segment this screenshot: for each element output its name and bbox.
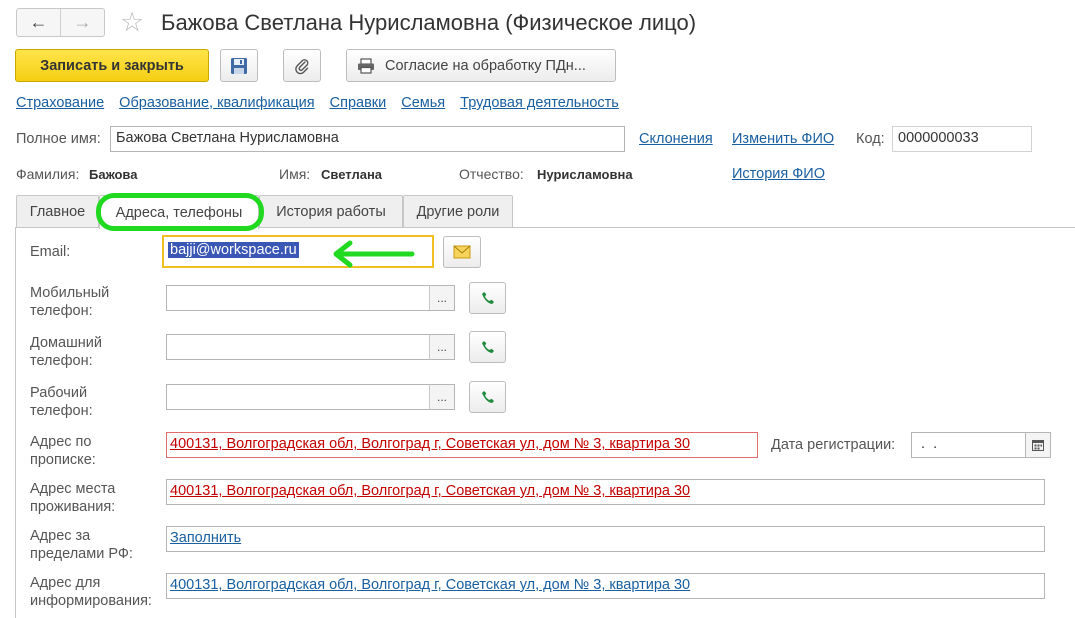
info-address-label-line2: информирования:: [30, 593, 152, 609]
fullname-input[interactable]: Бажова Светлана Нурисламовна: [110, 126, 625, 152]
work-phone-input[interactable]: [166, 384, 430, 410]
phone-icon: [481, 391, 494, 403]
floppy-disk-icon: [231, 57, 247, 74]
info-address-label-line1: Адрес для: [30, 575, 101, 591]
tab-divider: [15, 227, 99, 228]
info-address-field[interactable]: 400131, Волгоградская обл, Волгоград г, …: [166, 573, 1045, 599]
declensions-link[interactable]: Склонения: [639, 131, 713, 147]
send-email-button[interactable]: [443, 236, 481, 268]
link-family[interactable]: Семья: [401, 95, 445, 111]
email-label: Email:: [30, 244, 71, 260]
home-phone-select-button[interactable]: ...: [429, 334, 455, 360]
patronymic-label: Отчество:: [459, 166, 524, 182]
favorite-star-icon[interactable]: ☆: [120, 7, 144, 37]
calendar-icon: [1032, 440, 1044, 451]
call-work-button[interactable]: [469, 381, 506, 413]
page-title: Бажова Светлана Нурисламовна (Физическое…: [161, 10, 697, 35]
history-nav: ← →: [16, 8, 105, 37]
paperclip-icon: [295, 58, 309, 74]
printer-icon: [358, 57, 374, 74]
tab-divider-right: [259, 227, 1075, 228]
code-input[interactable]: 0000000033: [892, 126, 1032, 152]
mobile-phone-label-line2: телефон:: [30, 303, 93, 319]
save-and-close-button[interactable]: Записать и закрыть: [15, 49, 209, 82]
home-phone-label-line1: Домашний: [30, 335, 102, 351]
consent-print-button[interactable]: Согласие на обработку ПДн...: [346, 49, 616, 82]
phone-icon: [481, 292, 494, 304]
residence-address-label-line1: Адрес места: [30, 481, 116, 497]
tab-work-history[interactable]: История работы: [259, 195, 403, 228]
call-mobile-button[interactable]: [469, 282, 506, 314]
link-insurance[interactable]: Страхование: [16, 95, 104, 111]
mobile-phone-label-line1: Мобильный: [30, 285, 110, 301]
registration-date-input[interactable]: . .: [911, 432, 1026, 458]
link-education[interactable]: Образование, квалификация: [119, 95, 314, 111]
panel-border: [15, 228, 16, 618]
code-label: Код:: [856, 131, 885, 147]
mobile-phone-select-button[interactable]: ...: [429, 285, 455, 311]
section-links: Страхование Образование, квалификация Сп…: [16, 95, 619, 111]
calendar-button[interactable]: [1025, 432, 1051, 458]
name-value: Светлана: [321, 167, 383, 182]
info-address-label: Адрес для информирования:: [30, 574, 152, 610]
surname-label: Фамилия:: [16, 166, 80, 182]
fio-history-link[interactable]: История ФИО: [732, 166, 825, 182]
mobile-phone-label: Мобильный телефон:: [30, 284, 109, 320]
envelope-icon: [453, 245, 471, 259]
work-phone-label-line2: телефон:: [30, 403, 93, 419]
abroad-address-field[interactable]: Заполнить: [166, 526, 1045, 552]
link-certificates[interactable]: Справки: [330, 95, 387, 111]
consent-print-label: Согласие на обработку ПДн...: [385, 57, 586, 74]
change-fio-link[interactable]: Изменить ФИО: [732, 131, 834, 147]
attach-file-button[interactable]: [283, 49, 321, 82]
mobile-phone-input[interactable]: [166, 285, 430, 311]
home-phone-label: Домашний телефон:: [30, 334, 102, 370]
name-label: Имя:: [279, 166, 311, 182]
work-phone-label: Рабочий телефон:: [30, 384, 93, 420]
call-home-button[interactable]: [469, 331, 506, 363]
forward-arrow-icon[interactable]: →: [60, 9, 104, 36]
home-phone-input[interactable]: [166, 334, 430, 360]
surname-value: Бажова: [89, 167, 138, 182]
email-value: bajji@workspace.ru: [168, 242, 299, 258]
tab-other-roles[interactable]: Другие роли: [403, 195, 513, 228]
save-button[interactable]: [220, 49, 258, 82]
residence-address-label: Адрес места проживания:: [30, 480, 115, 516]
registration-address-label-line1: Адрес по: [30, 434, 92, 450]
tab-main[interactable]: Главное: [16, 195, 99, 228]
abroad-address-label: Адрес за пределами РФ:: [30, 527, 133, 563]
back-arrow-icon[interactable]: ←: [17, 9, 60, 36]
residence-address-label-line2: проживания:: [30, 499, 116, 515]
patronymic-value: Нурисламовна: [537, 167, 633, 182]
home-phone-label-line2: телефон:: [30, 353, 93, 369]
registration-date-label: Дата регистрации:: [771, 437, 896, 453]
registration-address-label-line2: прописке:: [30, 452, 96, 468]
highlight-ring: [96, 193, 264, 231]
registration-address-field[interactable]: 400131, Волгоградская обл, Волгоград г, …: [166, 432, 758, 458]
green-arrow-icon: [333, 240, 415, 268]
work-phone-select-button[interactable]: ...: [429, 384, 455, 410]
abroad-address-label-line2: пределами РФ:: [30, 546, 133, 562]
fullname-label: Полное имя:: [16, 131, 101, 147]
abroad-address-label-line1: Адрес за: [30, 528, 91, 544]
registration-address-label: Адрес по прописке:: [30, 433, 96, 469]
phone-icon: [481, 341, 494, 353]
link-work-activity[interactable]: Трудовая деятельность: [460, 95, 619, 111]
residence-address-field[interactable]: 400131, Волгоградская обл, Волгоград г, …: [166, 479, 1045, 505]
work-phone-label-line1: Рабочий: [30, 385, 88, 401]
